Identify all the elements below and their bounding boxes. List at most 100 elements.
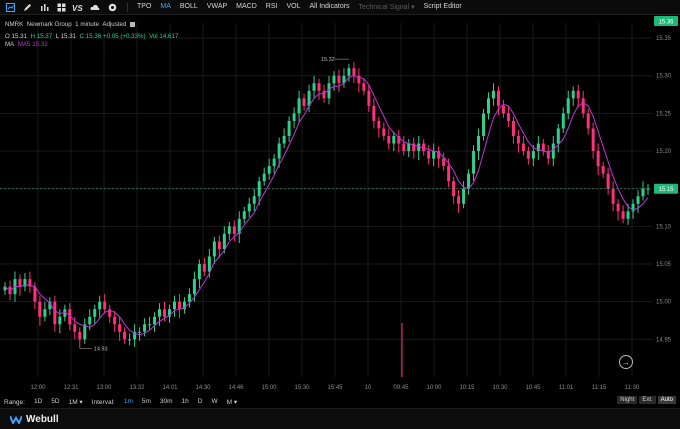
candle-body bbox=[611, 188, 615, 204]
company-name: Newmark Group bbox=[26, 21, 72, 28]
volume-label: Vol bbox=[149, 33, 158, 40]
candle-body bbox=[606, 173, 610, 189]
range-option-2[interactable]: 1M ▾ bbox=[69, 398, 83, 406]
x-tick-label: 14:01 bbox=[162, 385, 178, 391]
x-tick-label: 14:30 bbox=[195, 385, 211, 391]
x-tick-label: 11:30 bbox=[625, 385, 640, 391]
candle-body bbox=[247, 203, 251, 212]
candle-body bbox=[272, 158, 276, 167]
session-toggle-2[interactable]: Auto bbox=[657, 396, 676, 404]
candle-body bbox=[217, 241, 221, 249]
webull-logo[interactable]: Webull bbox=[10, 414, 59, 425]
x-tick-label: 14:46 bbox=[228, 385, 244, 391]
candle-body bbox=[242, 211, 246, 219]
interval-option-1[interactable]: 5m bbox=[142, 398, 151, 406]
cloud-icon[interactable] bbox=[88, 0, 102, 14]
toolbar-item-8[interactable]: Technical Signal ▾ bbox=[359, 3, 415, 11]
low-value: 15.31 bbox=[60, 33, 77, 40]
candle-body bbox=[367, 90, 371, 106]
candle-body bbox=[93, 309, 97, 317]
x-tick-label: 11:01 bbox=[559, 385, 574, 391]
candle-body bbox=[282, 135, 286, 144]
candle-body bbox=[621, 211, 625, 219]
change-value: +0.05 (+0.33%) bbox=[102, 33, 146, 40]
candle-body bbox=[222, 233, 226, 249]
x-tick-label: 09:45 bbox=[393, 385, 409, 391]
toolbar-item-4[interactable]: MACD bbox=[236, 3, 257, 11]
x-tick-label: 10 bbox=[365, 385, 372, 391]
candle-body bbox=[337, 75, 341, 84]
vs-compare-icon[interactable]: VS bbox=[71, 0, 85, 14]
candle-body bbox=[113, 316, 117, 325]
toolbar-item-2[interactable]: BOLL bbox=[180, 3, 198, 11]
session-toggle-1[interactable]: Ext. bbox=[639, 396, 656, 404]
interval-option-5[interactable]: W bbox=[211, 398, 217, 406]
toolbar-item-5[interactable]: RSI bbox=[266, 3, 278, 11]
toolbar-item-1[interactable]: MA bbox=[160, 3, 171, 11]
candle-body bbox=[482, 113, 486, 136]
candle-body bbox=[98, 301, 102, 310]
bar-chart-icon[interactable] bbox=[37, 0, 51, 14]
candle-body bbox=[402, 143, 406, 152]
go-to-latest-button[interactable]: → bbox=[619, 355, 633, 369]
candle-body bbox=[571, 90, 575, 99]
candle-body bbox=[138, 331, 142, 333]
volume-value: 14,617 bbox=[159, 33, 179, 40]
candle-body bbox=[362, 83, 366, 91]
current-price-label: 15.36 bbox=[658, 20, 674, 26]
ticker-symbol: NMRK bbox=[5, 21, 24, 28]
candle-body bbox=[591, 128, 595, 152]
svg-text:VS: VS bbox=[72, 4, 83, 12]
interval-option-0[interactable]: 1m bbox=[124, 398, 133, 406]
candle-body bbox=[556, 128, 560, 144]
candle-body bbox=[148, 324, 152, 326]
toolbar-item-0[interactable]: TPO bbox=[137, 3, 151, 11]
x-tick-label: 13:32 bbox=[129, 385, 145, 391]
session-toggle-0[interactable]: Night bbox=[617, 396, 638, 404]
settings-icon[interactable] bbox=[105, 0, 119, 14]
toolbar-item-9[interactable]: Script Editor bbox=[424, 3, 462, 11]
interval-option-4[interactable]: D bbox=[198, 398, 203, 406]
candle-body bbox=[267, 166, 271, 174]
interval-label: Interval: bbox=[91, 398, 115, 406]
low-marker-label: 14.93 bbox=[94, 346, 108, 352]
high-value: 15.37 bbox=[36, 33, 53, 40]
candle-body bbox=[197, 264, 201, 280]
chart-type-icon[interactable] bbox=[3, 0, 17, 14]
candle-body bbox=[447, 166, 451, 182]
candle-body bbox=[616, 203, 620, 212]
x-tick-label: 15:00 bbox=[261, 385, 277, 391]
candle-body bbox=[192, 279, 196, 295]
price-chart[interactable]: 15.35 15.30 15.25 15.20 15.15 15.10 15.05 15.00… bbox=[0, 15, 680, 395]
candle-body bbox=[212, 241, 216, 257]
candle-body bbox=[576, 90, 580, 99]
toolbar-item-3[interactable]: VWAP bbox=[207, 3, 227, 11]
interval-option-6[interactable]: M ▾ bbox=[227, 398, 237, 406]
candle-body bbox=[207, 256, 211, 272]
pen-icon[interactable] bbox=[20, 0, 34, 14]
ma-title[interactable]: MA bbox=[5, 41, 14, 48]
low-label: L bbox=[55, 33, 59, 40]
interval-option-3[interactable]: 1h bbox=[182, 398, 189, 406]
x-tick-label: 10:30 bbox=[492, 385, 508, 391]
toolbar-item-6[interactable]: VOL bbox=[286, 3, 300, 11]
interval-label: 1 minute bbox=[75, 21, 99, 28]
candle-body bbox=[561, 113, 565, 129]
candle-body bbox=[287, 120, 291, 136]
ma5-label: MA5 bbox=[17, 41, 31, 48]
interval-option-2[interactable]: 30m bbox=[160, 398, 173, 406]
adjust-toggle-icon[interactable] bbox=[129, 21, 135, 27]
candle-body bbox=[526, 151, 530, 159]
ma5-value: 15.32 bbox=[32, 41, 48, 48]
toolbar-item-7[interactable]: All Indicators bbox=[309, 3, 349, 11]
y-tick-label: 15.05 bbox=[656, 262, 672, 268]
top-toolbar: VS TPO MA BOLL VWAP MACD RSI VOL All Indicators… bbox=[0, 0, 680, 15]
candle-body bbox=[88, 316, 92, 325]
range-option-0[interactable]: 1D bbox=[34, 398, 42, 406]
candle-body bbox=[636, 196, 640, 204]
candle-body bbox=[541, 143, 545, 152]
chart-area[interactable]: 15.35 15.30 15.25 15.20 15.15 15.10 15.05 15.00… bbox=[0, 15, 680, 395]
grid-icon[interactable] bbox=[54, 0, 68, 14]
candle-body bbox=[163, 309, 167, 317]
range-option-1[interactable]: 5D bbox=[51, 398, 59, 406]
